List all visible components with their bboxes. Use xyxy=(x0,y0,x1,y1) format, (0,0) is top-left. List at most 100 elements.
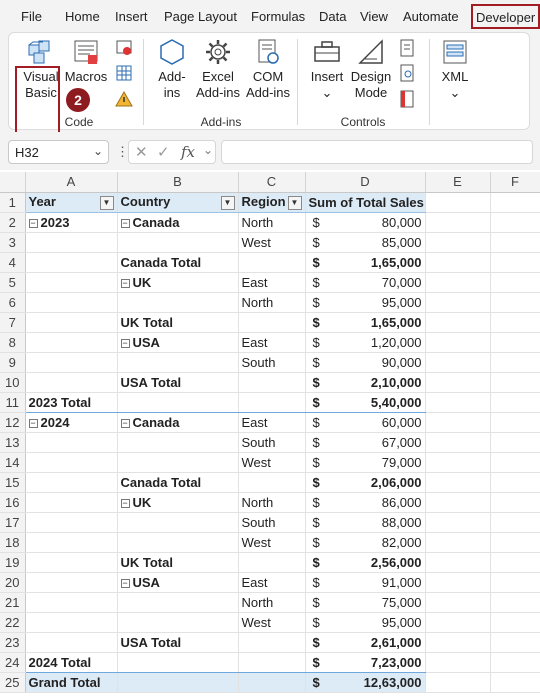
year-cell[interactable] xyxy=(25,512,118,533)
year-cell[interactable] xyxy=(25,352,118,373)
insert-controls-button[interactable]: Insert ⌄ xyxy=(307,37,347,101)
tab-home[interactable]: Home xyxy=(65,9,100,24)
year-cell[interactable] xyxy=(25,452,118,473)
country-cell[interactable] xyxy=(117,432,239,453)
com-add-ins-button[interactable]: COM Add-ins xyxy=(245,37,291,101)
cell[interactable] xyxy=(425,432,491,453)
year-cell[interactable] xyxy=(25,572,118,593)
row-header[interactable]: 17 xyxy=(0,512,26,533)
cell[interactable] xyxy=(490,552,540,573)
sales-value-cell[interactable]: $86,000 xyxy=(305,492,426,513)
sales-value-cell[interactable]: $95,000 xyxy=(305,292,426,313)
collapse-icon[interactable]: − xyxy=(120,498,130,508)
year-cell[interactable] xyxy=(25,312,118,333)
region-cell[interactable]: West xyxy=(238,452,306,473)
country-cell[interactable] xyxy=(117,292,239,313)
region-cell[interactable]: West xyxy=(238,612,306,633)
cell[interactable] xyxy=(425,532,491,553)
region-cell[interactable]: South xyxy=(238,432,306,453)
region-cell[interactable]: North xyxy=(238,592,306,613)
cell[interactable] xyxy=(490,192,540,213)
cell[interactable] xyxy=(490,272,540,293)
column-header-d[interactable]: D xyxy=(305,172,426,193)
select-all-corner[interactable] xyxy=(0,172,26,193)
year-cell[interactable]: 2024 Total xyxy=(25,651,118,673)
country-cell[interactable]: − UK xyxy=(117,492,239,513)
row-header[interactable]: 14 xyxy=(0,452,26,473)
country-cell[interactable]: − USA xyxy=(117,572,239,593)
tab-developer[interactable]: Developer xyxy=(471,4,540,29)
formula-input[interactable] xyxy=(221,140,533,164)
cell[interactable] xyxy=(490,592,540,613)
tab-automate[interactable]: Automate xyxy=(403,9,459,24)
sales-value-cell[interactable]: $85,000 xyxy=(305,232,426,253)
row-header[interactable]: 16 xyxy=(0,492,26,513)
cell[interactable] xyxy=(425,252,491,273)
row-header[interactable]: 2 xyxy=(0,212,26,233)
cell[interactable] xyxy=(425,672,491,693)
country-cell[interactable]: − UK xyxy=(117,272,239,293)
region-cell[interactable]: North xyxy=(238,292,306,313)
insert-function-icon[interactable]: fx xyxy=(181,143,195,161)
year-cell[interactable] xyxy=(25,612,118,633)
row-header[interactable]: 19 xyxy=(0,552,26,573)
sales-value-cell[interactable]: $1,65,000 xyxy=(305,312,426,333)
year-cell[interactable] xyxy=(25,432,118,453)
cell[interactable] xyxy=(490,492,540,513)
sales-value-cell[interactable]: $2,56,000 xyxy=(305,552,426,573)
cell[interactable] xyxy=(490,212,540,233)
filter-dropdown-icon[interactable]: ▼ xyxy=(287,196,302,210)
cell[interactable] xyxy=(490,312,540,333)
region-cell[interactable]: East xyxy=(238,412,306,433)
region-cell[interactable]: West xyxy=(238,532,306,553)
cell[interactable] xyxy=(425,652,491,673)
cancel-icon[interactable]: ✕ xyxy=(135,143,148,161)
year-cell[interactable]: −2024 xyxy=(25,412,118,433)
row-header[interactable]: 20 xyxy=(0,572,26,593)
country-cell[interactable] xyxy=(117,391,239,413)
row-header[interactable]: 21 xyxy=(0,592,26,613)
cell[interactable] xyxy=(425,552,491,573)
year-cell[interactable]: 2023 Total xyxy=(25,391,118,413)
cell[interactable] xyxy=(490,412,540,433)
collapse-icon[interactable]: − xyxy=(120,418,130,428)
region-cell[interactable] xyxy=(238,252,306,273)
collapse-icon[interactable]: − xyxy=(120,278,130,288)
row-header[interactable]: 24 xyxy=(0,652,26,673)
country-cell[interactable] xyxy=(117,512,239,533)
column-header-b[interactable]: B xyxy=(117,172,239,193)
row-header[interactable]: 9 xyxy=(0,352,26,373)
country-cell[interactable]: Canada Total xyxy=(117,472,239,493)
row-header[interactable]: 5 xyxy=(0,272,26,293)
filter-dropdown-icon[interactable]: ▼ xyxy=(220,196,235,210)
cell[interactable] xyxy=(425,612,491,633)
cell[interactable] xyxy=(425,632,491,653)
region-cell[interactable]: North xyxy=(238,492,306,513)
country-cell[interactable] xyxy=(117,671,239,693)
year-cell[interactable] xyxy=(25,292,118,313)
country-cell[interactable]: USA Total xyxy=(117,632,239,653)
column-header-a[interactable]: A xyxy=(25,172,118,193)
row-header[interactable]: 23 xyxy=(0,632,26,653)
row-header[interactable]: 10 xyxy=(0,372,26,393)
row-header[interactable]: 8 xyxy=(0,332,26,353)
sales-value-cell[interactable]: $7,23,000 xyxy=(305,651,426,673)
properties-icon[interactable] xyxy=(399,39,415,57)
row-header[interactable]: 6 xyxy=(0,292,26,313)
cell[interactable] xyxy=(425,312,491,333)
year-cell[interactable] xyxy=(25,232,118,253)
sales-value-cell[interactable]: $2,10,000 xyxy=(305,372,426,393)
cell[interactable] xyxy=(490,672,540,693)
year-cell[interactable] xyxy=(25,272,118,293)
macros-button[interactable]: Macros xyxy=(64,37,108,85)
cell[interactable] xyxy=(425,192,491,213)
region-cell[interactable] xyxy=(238,391,306,413)
region-cell[interactable] xyxy=(238,632,306,653)
cell[interactable] xyxy=(490,652,540,673)
country-field-header[interactable]: Country ▼ xyxy=(117,192,239,213)
design-mode-button[interactable]: Design Mode xyxy=(350,37,392,101)
year-cell[interactable] xyxy=(25,532,118,553)
cell[interactable] xyxy=(490,612,540,633)
year-cell[interactable] xyxy=(25,252,118,273)
country-cell[interactable] xyxy=(117,452,239,473)
